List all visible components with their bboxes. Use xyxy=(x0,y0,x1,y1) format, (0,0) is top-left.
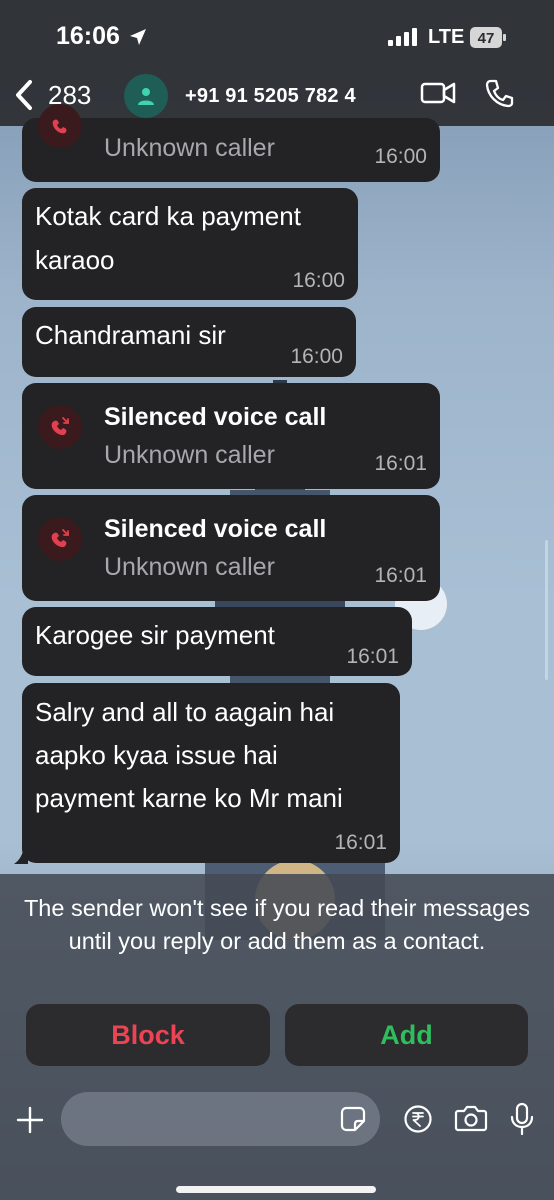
missed-call-icon-wrap xyxy=(38,517,82,561)
message-time: 16:01 xyxy=(374,564,427,587)
message-time: 16:00 xyxy=(290,345,343,368)
status-bar: 16:06 LTE 47 xyxy=(0,0,554,72)
contact-number[interactable]: +91 91 5205 782 4 xyxy=(185,85,356,108)
battery-icon: 47 xyxy=(470,27,506,48)
missed-call-icon-wrap xyxy=(38,104,82,148)
chat-scrollbar[interactable] xyxy=(545,540,548,680)
call-title: Silenced voice call xyxy=(104,403,327,431)
phone-call-icon[interactable] xyxy=(484,78,514,108)
message-input[interactable] xyxy=(61,1092,380,1146)
person-icon xyxy=(138,88,154,105)
missed-call-icon xyxy=(51,529,69,548)
call-subtitle: Unknown caller xyxy=(104,134,275,162)
message-time: 16:00 xyxy=(292,269,345,292)
message-text: Chandramani sir xyxy=(35,320,226,350)
plus-icon[interactable] xyxy=(14,1104,46,1136)
message-bubble[interactable]: Chandramani sir 16:00 xyxy=(22,307,356,377)
notice-text: The sender won't see if you read their m… xyxy=(23,895,531,954)
call-bubble[interactable]: Unknown caller 16:00 xyxy=(22,104,440,182)
video-call-icon[interactable] xyxy=(420,80,456,106)
message-text: Salry and all to aagain hai aapko kyaa i… xyxy=(35,697,343,813)
contact-avatar[interactable] xyxy=(124,74,168,118)
message-text: Karogee sir payment xyxy=(35,620,275,650)
block-button[interactable]: Block xyxy=(26,1004,270,1066)
message-time: 16:01 xyxy=(346,645,399,668)
message-bubble[interactable]: Salry and all to aagain hai aapko kyaa i… xyxy=(22,683,400,863)
bubble-tail xyxy=(14,846,28,864)
camera-icon[interactable] xyxy=(454,1104,488,1132)
home-indicator[interactable] xyxy=(176,1186,376,1193)
status-time: 16:06 xyxy=(56,22,120,50)
call-bubble[interactable]: Silenced voice call Unknown caller 16:01 xyxy=(22,495,440,601)
unknown-sender-notice: The sender won't see if you read their m… xyxy=(0,874,554,1200)
call-subtitle: Unknown caller xyxy=(104,441,275,469)
message-time: 16:00 xyxy=(374,145,427,168)
message-text: Kotak card ka payment karaoo xyxy=(35,201,301,275)
missed-call-icon-wrap xyxy=(38,405,82,449)
battery-level: 47 xyxy=(478,30,495,47)
rupee-payment-icon[interactable] xyxy=(403,1104,433,1134)
cellular-signal-icon xyxy=(388,28,417,46)
sticker-icon[interactable] xyxy=(340,1106,366,1132)
location-arrow-icon xyxy=(130,29,146,45)
missed-call-icon xyxy=(52,119,67,134)
message-time: 16:01 xyxy=(334,831,387,854)
message-bubble[interactable]: Kotak card ka payment karaoo 16:00 xyxy=(22,188,358,300)
call-bubble[interactable]: Silenced voice call Unknown caller 16:01 xyxy=(22,383,440,489)
network-type: LTE xyxy=(428,26,465,48)
chevron-left-icon xyxy=(16,80,32,110)
call-title: Silenced voice call xyxy=(104,515,327,543)
add-contact-button[interactable]: Add xyxy=(285,1004,528,1066)
call-subtitle: Unknown caller xyxy=(104,553,275,581)
message-time: 16:01 xyxy=(374,452,427,475)
message-bubble[interactable]: Karogee sir payment 16:01 xyxy=(22,607,412,676)
microphone-icon[interactable] xyxy=(508,1102,536,1136)
missed-call-icon xyxy=(51,417,69,436)
